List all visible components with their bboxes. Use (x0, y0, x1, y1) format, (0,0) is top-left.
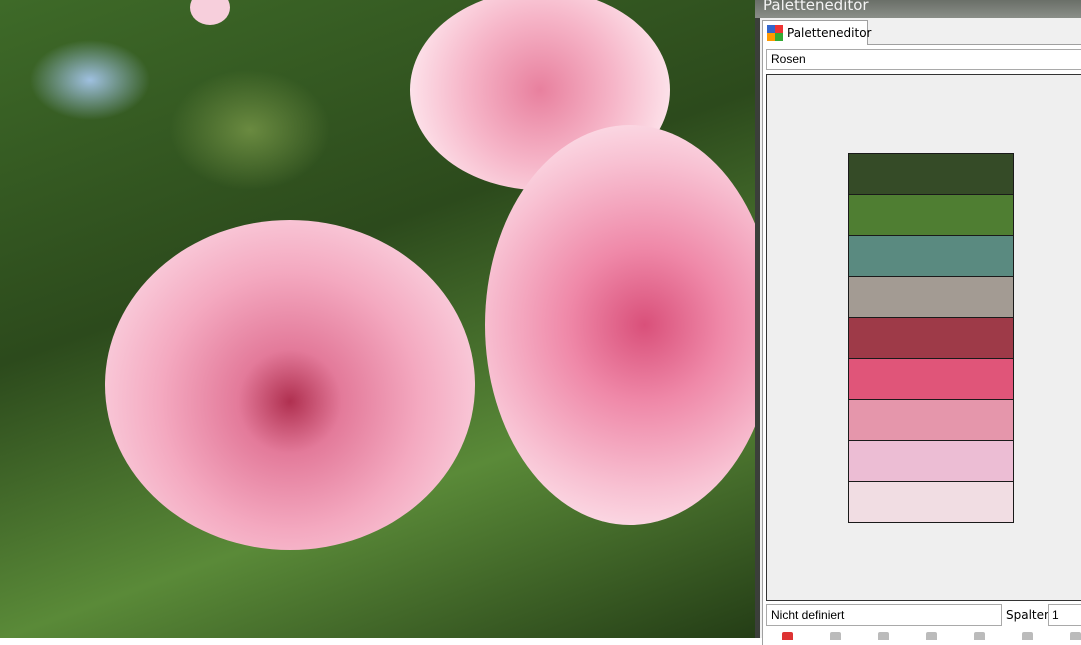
zoom-out-icon[interactable] (974, 632, 985, 640)
tab-paletteneditor[interactable]: Paletteneditor (762, 20, 872, 45)
color-swatch[interactable] (848, 317, 1014, 359)
color-swatch[interactable] (848, 194, 1014, 236)
new-color-icon[interactable] (782, 632, 793, 640)
rose-photo (0, 0, 755, 638)
palette-name-input[interactable] (766, 49, 1081, 70)
zoom-in-icon[interactable] (1022, 632, 1033, 640)
edit-color-icon[interactable] (830, 632, 841, 640)
color-swatch[interactable] (848, 276, 1014, 318)
zoom-all-icon[interactable] (1070, 632, 1081, 640)
delete-color-icon[interactable] (878, 632, 889, 640)
color-swatch[interactable] (848, 153, 1014, 195)
rose (485, 125, 755, 525)
rose-bud (190, 0, 230, 25)
tab-label: Paletteneditor (787, 26, 872, 40)
color-swatch[interactable] (848, 440, 1014, 482)
color-swatch[interactable] (848, 481, 1014, 523)
columns-input[interactable] (1048, 604, 1081, 626)
color-swatch[interactable] (848, 235, 1014, 277)
color-name-input[interactable] (766, 604, 1002, 626)
rose (105, 220, 475, 550)
color-swatch[interactable] (848, 358, 1014, 400)
color-swatch[interactable] (848, 399, 1014, 441)
color-from-fg-icon[interactable] (926, 632, 937, 640)
palette-icon (767, 25, 783, 41)
dock-title: Paletteneditor (763, 0, 869, 14)
